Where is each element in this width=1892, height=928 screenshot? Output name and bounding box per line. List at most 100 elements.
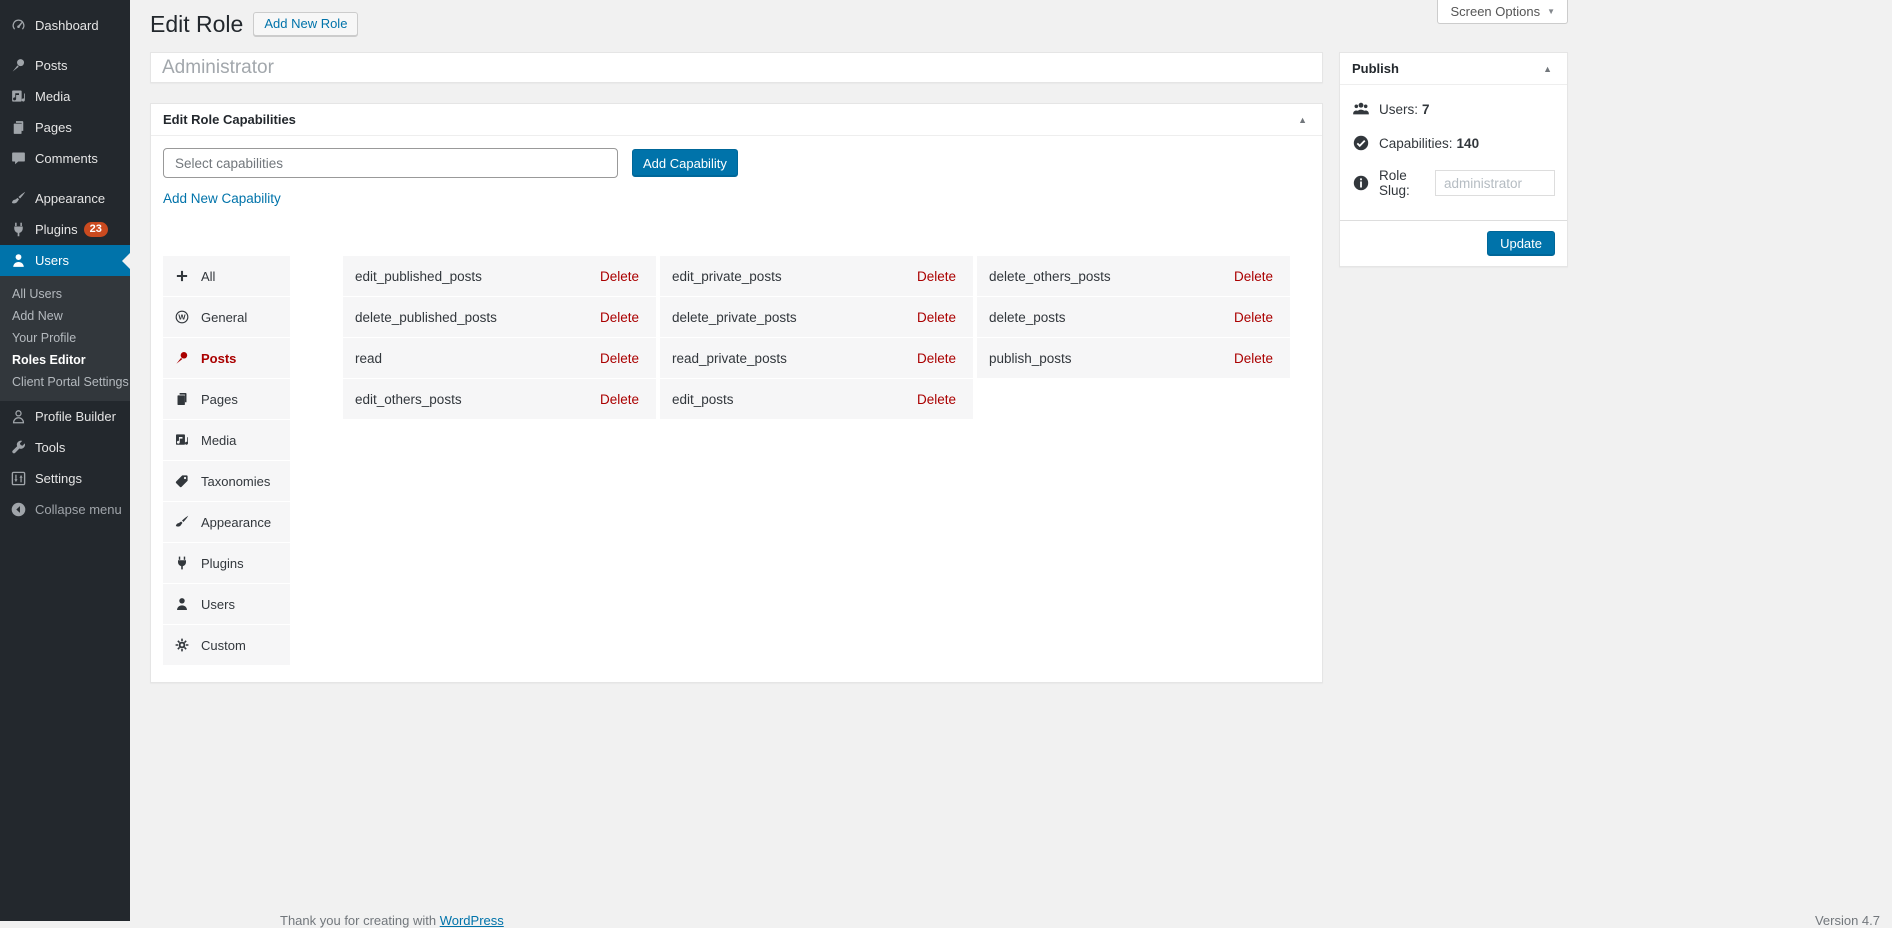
- capability-delete-link[interactable]: Delete: [1234, 351, 1273, 366]
- capability-name: delete_others_posts: [989, 269, 1111, 284]
- sidebar-item-appearance[interactable]: Appearance: [0, 183, 130, 214]
- tag-icon: [174, 473, 190, 489]
- capability-delete-link[interactable]: Delete: [1234, 310, 1273, 325]
- capabilities-count-row: Capabilities: 140: [1352, 134, 1555, 152]
- sidebar-item-dashboard[interactable]: Dashboard: [0, 10, 130, 41]
- wordpress-admin: Dashboard Posts Media Pages Comments App…: [0, 0, 1892, 921]
- content-columns: Edit Role Capabilities ▲ Add Capability …: [130, 52, 1892, 683]
- capability-delete-link[interactable]: Delete: [917, 351, 956, 366]
- capabilities-count-label: Capabilities:: [1379, 136, 1453, 151]
- capability-name: edit_others_posts: [355, 392, 462, 407]
- update-count-badge: 23: [84, 222, 108, 237]
- add-capability-row: Add Capability: [163, 148, 1310, 178]
- main-column: Edit Role Capabilities ▲ Add Capability …: [150, 52, 1323, 683]
- page-title: Edit Role: [150, 10, 243, 38]
- role-name-input[interactable]: [150, 52, 1323, 83]
- capability-cell-edit-posts: edit_posts Delete: [660, 379, 973, 419]
- sidebar-item-media[interactable]: Media: [0, 81, 130, 112]
- capability-category-media[interactable]: Media: [163, 420, 290, 460]
- publish-panel: Publish ▲ Users: 7 Capabilities: 140: [1339, 52, 1568, 267]
- capability-column: delete_others_posts Delete delete_posts …: [977, 256, 1290, 666]
- capability-name: edit_posts: [672, 392, 734, 407]
- publish-panel-body: Users: 7 Capabilities: 140 Role Slug:: [1340, 85, 1567, 220]
- sidebar-item-plugins[interactable]: Plugins 23: [0, 214, 130, 245]
- capability-category-taxonomies[interactable]: Taxonomies: [163, 461, 290, 501]
- comment-icon: [10, 150, 27, 167]
- add-new-role-button[interactable]: Add New Role: [253, 12, 358, 36]
- publish-panel-title: Publish: [1352, 61, 1399, 76]
- brush-icon: [10, 190, 27, 207]
- capability-delete-link[interactable]: Delete: [600, 310, 639, 325]
- capability-name: edit_published_posts: [355, 269, 482, 284]
- check-circle-icon: [1352, 134, 1370, 152]
- sidebar-item-comments[interactable]: Comments: [0, 143, 130, 174]
- sidebar-submenu-item-add-new[interactable]: Add New: [0, 305, 130, 327]
- svg-text:W: W: [178, 313, 186, 322]
- capability-category-pages[interactable]: Pages: [163, 379, 290, 419]
- sidebar-submenu-item-all-users[interactable]: All Users: [0, 283, 130, 305]
- capability-delete-link[interactable]: Delete: [600, 392, 639, 407]
- capabilities-count-value: 140: [1457, 136, 1480, 151]
- edit-role-capabilities-panel: Edit Role Capabilities ▲ Add Capability …: [150, 103, 1323, 683]
- plug-icon: [10, 221, 27, 238]
- capability-delete-link[interactable]: Delete: [917, 392, 956, 407]
- capability-delete-link[interactable]: Delete: [917, 310, 956, 325]
- capability-delete-link[interactable]: Delete: [600, 351, 639, 366]
- sidebar-item-collapse-menu[interactable]: Collapse menu: [0, 494, 130, 525]
- page-header: Edit Role Add New Role: [150, 0, 1872, 38]
- capability-cell-delete-private-posts: delete_private_posts Delete: [660, 297, 973, 337]
- side-column: Publish ▲ Users: 7 Capabilities: 140: [1339, 52, 1568, 267]
- capability-name: delete_published_posts: [355, 310, 497, 325]
- sidebar-item-tools[interactable]: Tools: [0, 432, 130, 463]
- capability-category-general[interactable]: W General: [163, 297, 290, 337]
- sidebar-item-profile-builder[interactable]: Profile Builder: [0, 401, 130, 432]
- users-count-row: Users: 7: [1352, 100, 1555, 118]
- plus-icon: [174, 268, 190, 284]
- users-count-value: 7: [1422, 102, 1430, 117]
- publish-panel-header: Publish ▲: [1340, 53, 1567, 85]
- capability-name: read: [355, 351, 382, 366]
- capability-category-custom[interactable]: Custom: [163, 625, 290, 665]
- user-icon: [174, 596, 190, 612]
- capability-cell-read: read Delete: [343, 338, 656, 378]
- sidebar-item-settings[interactable]: Settings: [0, 463, 130, 494]
- capability-cell-delete-others-posts: delete_others_posts Delete: [977, 256, 1290, 296]
- capabilities-panel-body: Add Capability Add New Capability All W …: [151, 136, 1322, 682]
- sidebar-submenu-item-client-portal-settings[interactable]: Client Portal Settings: [0, 371, 130, 393]
- capability-grid: edit_published_posts Delete delete_publi…: [343, 256, 1294, 666]
- collapse-panel-icon[interactable]: ▲: [1295, 115, 1310, 125]
- add-new-capability-link[interactable]: Add New Capability: [163, 191, 281, 206]
- capability-cell-edit-others-posts: edit_others_posts Delete: [343, 379, 656, 419]
- capability-delete-link[interactable]: Delete: [600, 269, 639, 284]
- update-button[interactable]: Update: [1487, 231, 1555, 256]
- capability-category-posts[interactable]: Posts: [163, 338, 290, 378]
- users-count-label: Users:: [1379, 102, 1418, 117]
- capability-name: edit_private_posts: [672, 269, 782, 284]
- sidebar-item-posts[interactable]: Posts: [0, 50, 130, 81]
- plug-icon: [174, 555, 190, 571]
- capability-category-plugins[interactable]: Plugins: [163, 543, 290, 583]
- capability-column: edit_published_posts Delete delete_publi…: [343, 256, 656, 666]
- capability-category-appearance[interactable]: Appearance: [163, 502, 290, 542]
- select-capabilities-input[interactable]: [163, 148, 618, 178]
- collapse-panel-icon[interactable]: ▲: [1540, 64, 1555, 74]
- screen-options-tab[interactable]: Screen Options ▼: [1437, 0, 1568, 24]
- admin-content: Screen Options ▼ Edit Role Add New Role …: [130, 0, 1892, 921]
- publish-panel-footer: Update: [1340, 220, 1567, 266]
- sidebar-submenu-item-roles-editor[interactable]: Roles Editor: [0, 349, 130, 371]
- sidebar-item-users[interactable]: Users: [0, 245, 130, 276]
- capability-delete-link[interactable]: Delete: [1234, 269, 1273, 284]
- capabilities-layout: All W General Posts Pages Media Taxonomi…: [163, 256, 1310, 666]
- capability-cell-publish-posts: publish_posts Delete: [977, 338, 1290, 378]
- person-outline-icon: [10, 408, 27, 425]
- role-slug-input[interactable]: [1435, 170, 1555, 196]
- add-capability-button[interactable]: Add Capability: [632, 149, 738, 177]
- capability-category-all[interactable]: All: [163, 256, 290, 296]
- collapse-icon: [10, 501, 27, 518]
- sidebar-item-pages[interactable]: Pages: [0, 112, 130, 143]
- role-slug-label: Role Slug:: [1379, 168, 1428, 198]
- sidebar-submenu-item-your-profile[interactable]: Your Profile: [0, 327, 130, 349]
- pin-icon: [174, 350, 190, 366]
- capability-category-users[interactable]: Users: [163, 584, 290, 624]
- capability-delete-link[interactable]: Delete: [917, 269, 956, 284]
